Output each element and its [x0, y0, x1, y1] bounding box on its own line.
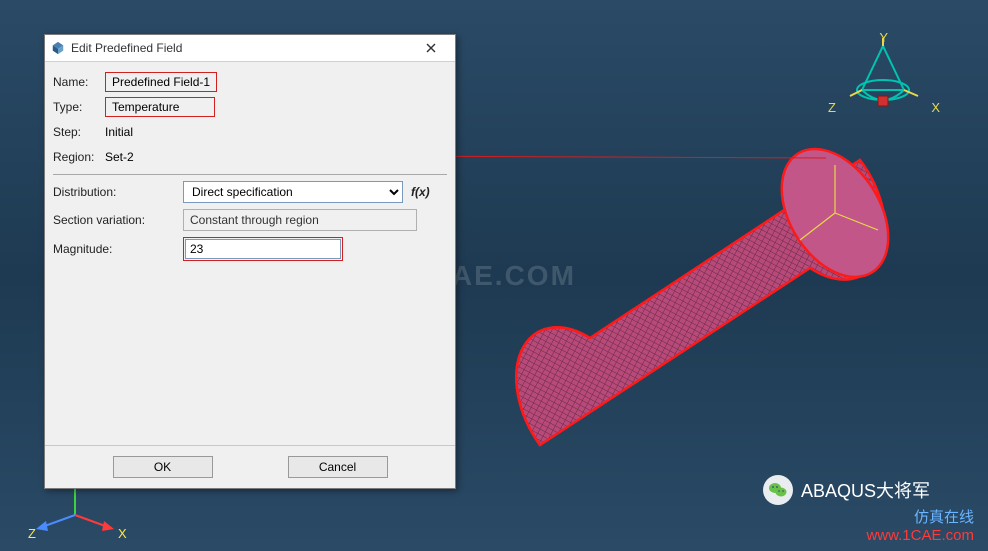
distribution-label: Distribution:: [53, 185, 183, 199]
dialog-title: Edit Predefined Field: [71, 41, 411, 55]
section-variation-label: Section variation:: [53, 213, 183, 227]
wechat-icon: [763, 475, 793, 505]
axis-z-label: Z: [28, 526, 36, 541]
site-cn: 仿真在线: [866, 509, 974, 527]
step-value: Initial: [105, 125, 133, 139]
name-label: Name:: [53, 75, 101, 89]
section-variation-value: Constant through region: [183, 209, 417, 231]
close-icon: [426, 43, 436, 53]
region-label: Region:: [53, 150, 101, 164]
type-value: Temperature: [105, 97, 215, 117]
region-value: Set-2: [105, 150, 134, 164]
cancel-button[interactable]: Cancel: [288, 456, 388, 478]
dialog-titlebar[interactable]: Edit Predefined Field: [45, 35, 455, 62]
fx-button[interactable]: f(x): [411, 185, 430, 199]
distribution-select[interactable]: Direct specification: [183, 181, 403, 203]
close-button[interactable]: [411, 38, 451, 58]
site-url: www.1CAE.com: [866, 527, 974, 545]
triad-z-label: Z: [828, 100, 836, 115]
type-label: Type:: [53, 100, 101, 114]
channel-name: ABAQUS大将军: [801, 477, 930, 503]
magnitude-label: Magnitude:: [53, 242, 183, 256]
view-triad[interactable]: [838, 38, 928, 148]
triad-y-label: Y: [879, 30, 888, 45]
app-icon: [51, 41, 65, 55]
axis-x-label: X: [118, 526, 127, 541]
magnitude-input[interactable]: [185, 239, 341, 259]
separator: [53, 174, 447, 175]
triad-x-label: X: [931, 100, 940, 115]
name-value: Predefined Field-1: [105, 72, 217, 92]
edit-predefined-field-dialog: Edit Predefined Field Name: Predefined F…: [44, 34, 456, 489]
step-label: Step:: [53, 125, 101, 139]
ok-button[interactable]: OK: [113, 456, 213, 478]
site-link: 仿真在线 www.1CAE.com: [866, 509, 974, 545]
channel-credit: ABAQUS大将军: [763, 475, 930, 505]
